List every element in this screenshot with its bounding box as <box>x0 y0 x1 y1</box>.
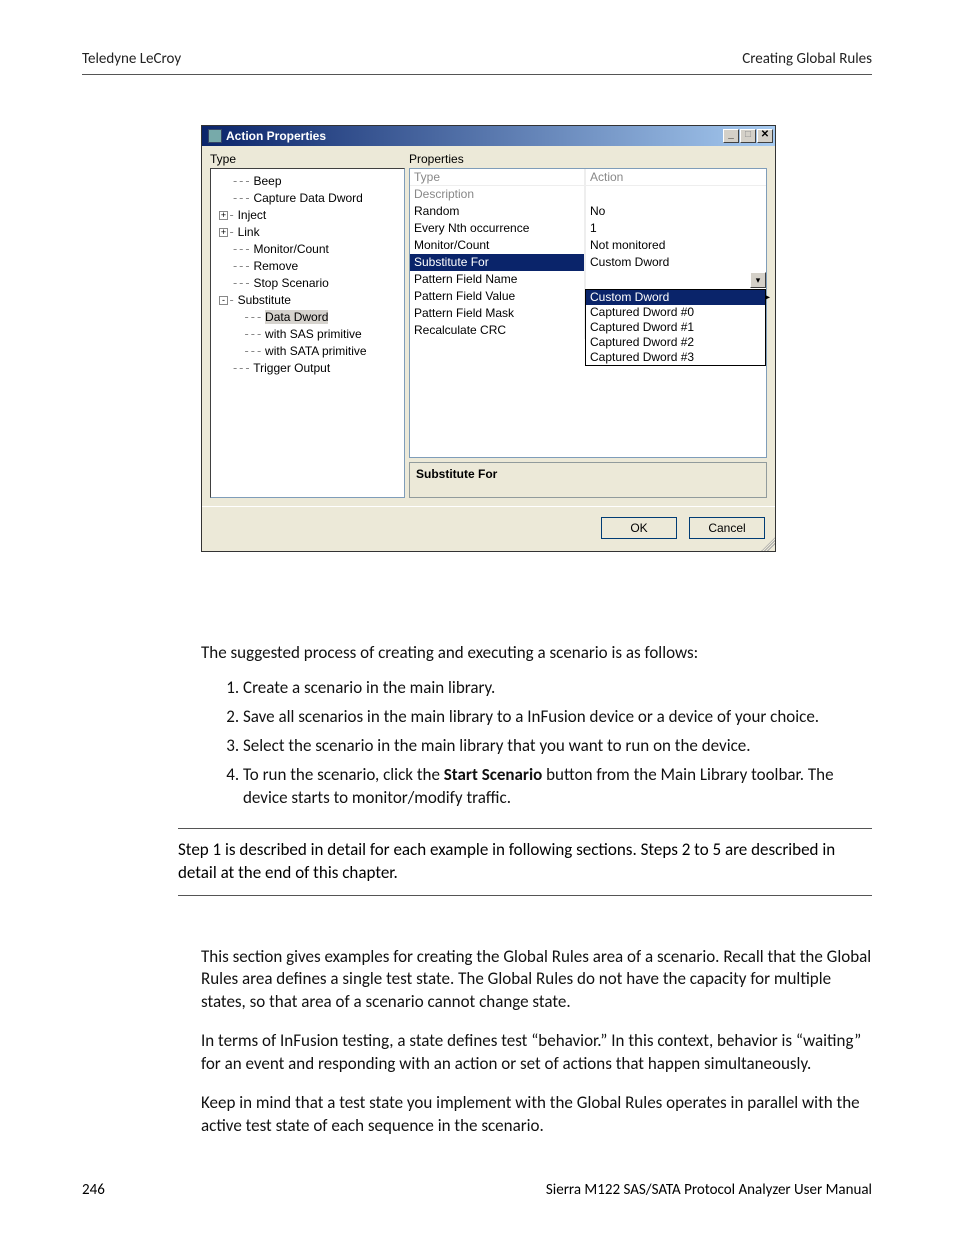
paragraph-2: In terms of InFusion testing, a state de… <box>201 1030 872 1076</box>
page-number: 246 <box>82 1181 105 1199</box>
dropdown-item[interactable]: Captured Dword #0 <box>586 305 765 320</box>
type-tree[interactable]: --- Beep --- Capture Data Dword+- Inject… <box>210 168 405 498</box>
dropdown-button[interactable]: ▾ <box>750 272 766 288</box>
tree-item[interactable]: +- Inject <box>213 207 402 224</box>
dropdown-item[interactable]: Custom Dword <box>586 290 765 305</box>
substitute-for-dropdown[interactable]: Custom DwordCaptured Dword #0Captured Dw… <box>585 289 766 366</box>
property-row[interactable]: Every Nth occurrence1 <box>410 220 766 237</box>
resize-grip[interactable] <box>761 537 775 551</box>
body-text-2: This section gives examples for creating… <box>201 946 872 1139</box>
note-block: Step 1 is described in detail for each e… <box>178 828 872 896</box>
dropdown-item[interactable]: Captured Dword #3 <box>586 350 765 365</box>
dialog-titlebar[interactable]: Action Properties _ □ ✕ <box>202 126 775 146</box>
intro-paragraph: The suggested process of creating and ex… <box>201 642 872 665</box>
steps-list: Create a scenario in the main library. S… <box>201 677 872 810</box>
tree-item[interactable]: +- Link <box>213 224 402 241</box>
tree-item[interactable]: --- with SAS primitive <box>213 326 402 343</box>
property-row[interactable]: RandomNo <box>410 203 766 220</box>
properties-section-label: Properties <box>409 152 767 166</box>
property-description-title: Substitute For <box>416 467 497 481</box>
property-row[interactable]: Monitor/CountNot monitored <box>410 237 766 254</box>
page-footer: 246 Sierra M122 SAS/SATA Protocol Analyz… <box>82 1181 872 1199</box>
tree-item[interactable]: --- Monitor/Count <box>213 241 402 258</box>
grid-header-key: Type <box>410 169 585 186</box>
manual-title: Sierra M122 SAS/SATA Protocol Analyzer U… <box>546 1181 872 1199</box>
dropdown-item[interactable]: Captured Dword #1 <box>586 320 765 335</box>
ok-button[interactable]: OK <box>601 517 677 539</box>
minimize-button[interactable]: _ <box>723 129 739 143</box>
tree-item[interactable]: --- Stop Scenario <box>213 275 402 292</box>
step-1: Create a scenario in the main library. <box>243 677 872 700</box>
properties-grid[interactable]: Type Action DescriptionRandomNoEvery Nth… <box>409 168 767 458</box>
dialog-icon <box>208 129 222 143</box>
dialog-title: Action Properties <box>226 129 326 143</box>
grid-header-val: Action <box>585 169 766 186</box>
property-row[interactable]: Pattern Field Name <box>410 271 766 288</box>
close-button[interactable]: ✕ <box>757 129 773 143</box>
action-properties-dialog: Action Properties _ □ ✕ Type --- Beep --… <box>201 125 776 552</box>
property-row[interactable]: Description <box>410 186 766 203</box>
tree-item[interactable]: --- with SATA primitive <box>213 343 402 360</box>
header-right: Creating Global Rules <box>742 50 872 68</box>
page-header: Teledyne LeCroy Creating Global Rules <box>82 50 872 75</box>
maximize-button[interactable]: □ <box>740 129 756 143</box>
type-section-label: Type <box>210 152 405 166</box>
step-3: Select the scenario in the main library … <box>243 735 872 758</box>
paragraph-1: This section gives examples for creating… <box>201 946 872 1015</box>
tree-item[interactable]: --- Trigger Output <box>213 360 402 377</box>
body-text: The suggested process of creating and ex… <box>201 642 872 810</box>
property-description-box: Substitute For <box>409 462 767 498</box>
tree-item[interactable]: -- Substitute <box>213 292 402 309</box>
property-row[interactable]: Substitute ForCustom Dword <box>410 254 766 271</box>
tree-item[interactable]: --- Capture Data Dword <box>213 190 402 207</box>
step-2: Save all scenarios in the main library t… <box>243 706 872 729</box>
header-left: Teledyne LeCroy <box>82 50 181 68</box>
tree-item[interactable]: --- Remove <box>213 258 402 275</box>
dropdown-item[interactable]: Captured Dword #2 <box>586 335 765 350</box>
paragraph-3: Keep in mind that a test state you imple… <box>201 1092 872 1138</box>
cancel-button[interactable]: Cancel <box>689 517 765 539</box>
step-4: To run the scenario, click the Start Sce… <box>243 764 872 810</box>
tree-item[interactable]: --- Data Dword <box>213 309 402 326</box>
tree-item[interactable]: --- Beep <box>213 173 402 190</box>
